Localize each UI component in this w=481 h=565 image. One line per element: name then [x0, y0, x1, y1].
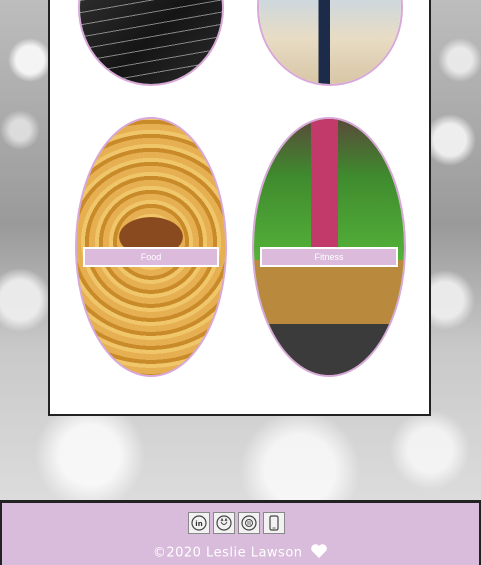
svg-text:in: in	[195, 520, 202, 528]
portfolio-panel: Food Fitness	[48, 0, 431, 416]
social-icons: in	[188, 512, 285, 534]
copyright-text: ©2020 Leslie Lawson	[152, 545, 303, 561]
beach-image	[259, 0, 401, 84]
food-card[interactable]: Food	[75, 117, 227, 377]
github-icon[interactable]	[213, 512, 235, 534]
code-card[interactable]	[78, 0, 224, 86]
phone-icon[interactable]	[263, 512, 285, 534]
fitness-card[interactable]: Fitness	[252, 117, 406, 377]
beach-card[interactable]	[257, 0, 403, 86]
fitness-label[interactable]: Fitness	[260, 247, 398, 267]
copyright-line: ©2020 Leslie Lawson	[2, 543, 479, 563]
codewars-icon[interactable]	[238, 512, 260, 534]
code-image	[80, 0, 222, 84]
heart-icon	[310, 543, 328, 563]
food-label[interactable]: Food	[83, 247, 219, 267]
footer: in ©2020 Leslie Lawson	[0, 500, 481, 565]
linkedin-icon[interactable]: in	[188, 512, 210, 534]
